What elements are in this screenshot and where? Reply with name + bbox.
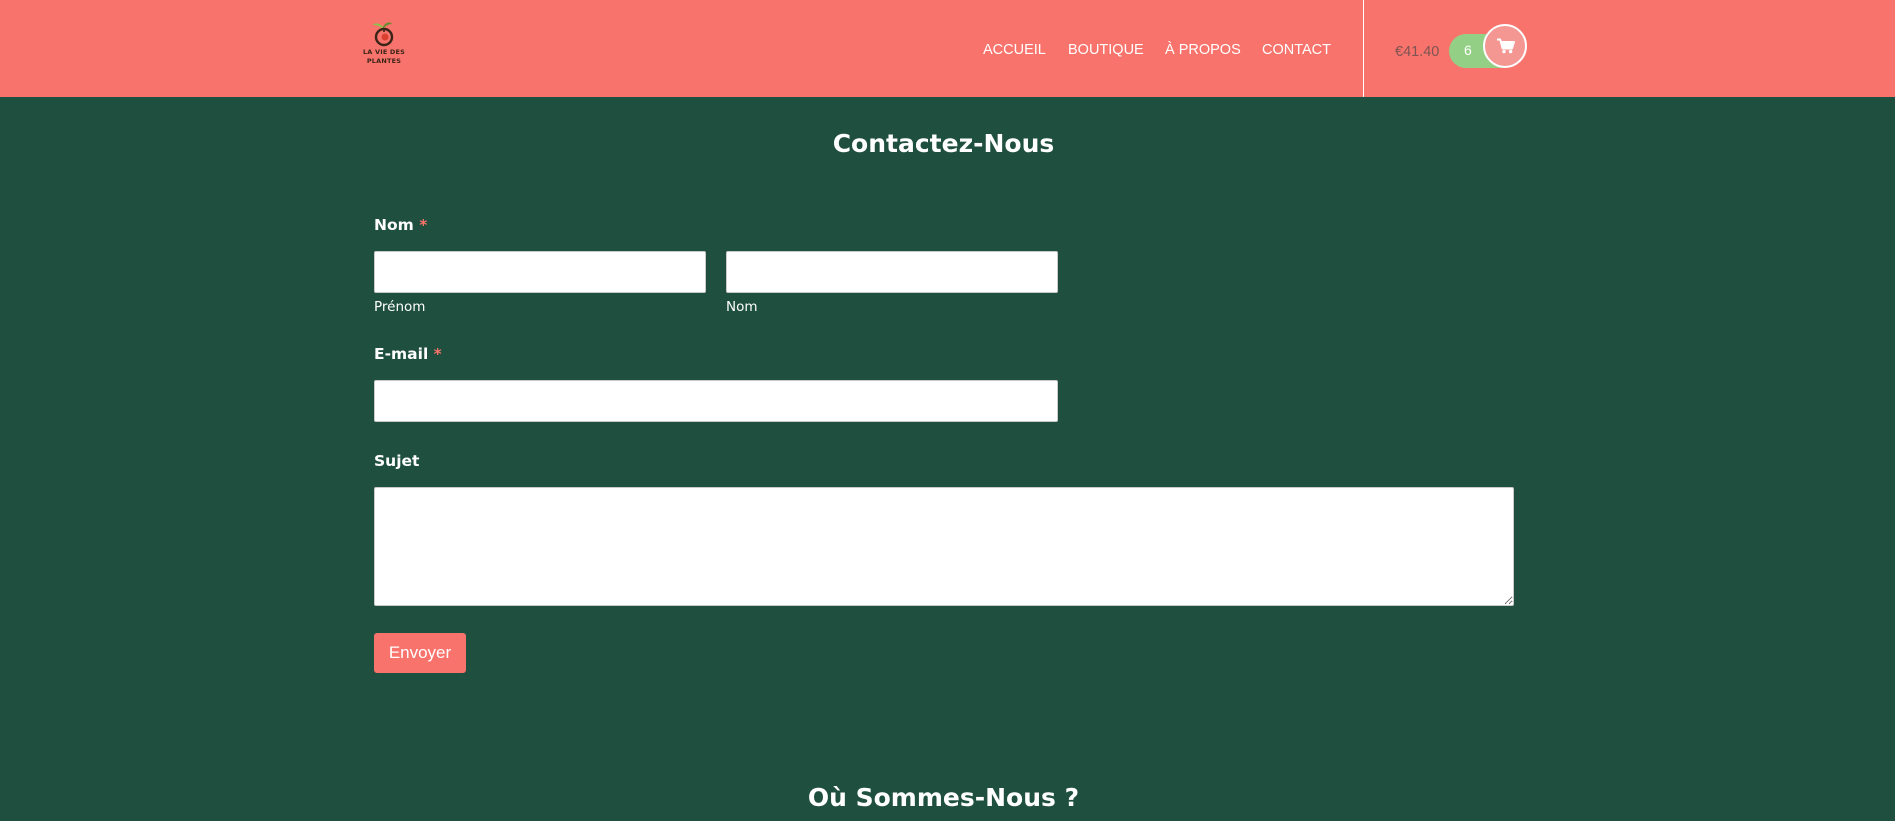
first-name-input[interactable]: [374, 251, 706, 293]
cart-button[interactable]: [1483, 24, 1527, 68]
nav-a-propos[interactable]: À PROPOS: [1165, 42, 1241, 60]
cart-total: €41.40: [1395, 44, 1440, 60]
name-label: Nom *: [374, 216, 427, 234]
first-name-sublabel: Prénom: [374, 299, 426, 315]
subject-textarea[interactable]: [374, 487, 1514, 606]
nav-boutique[interactable]: BOUTIQUE: [1068, 42, 1144, 60]
last-name-sublabel: Nom: [726, 299, 758, 315]
nav-accueil[interactable]: ACCUEIL: [983, 42, 1046, 60]
email-label-text: E-mail: [374, 345, 429, 363]
plant-logo-icon: [373, 22, 394, 47]
site-header: LA VIE DES PLANTES ACCUEIL BOUTIQUE À PR…: [0, 0, 1895, 97]
nav-contact[interactable]: CONTACT: [1262, 42, 1331, 60]
shopping-cart-icon: [1497, 38, 1515, 54]
subject-label: Sujet: [374, 452, 420, 470]
contact-title: Contactez-Nous: [832, 129, 1055, 158]
name-label-text: Nom: [374, 216, 414, 234]
cart-count: 6: [1464, 42, 1472, 58]
email-input[interactable]: [374, 380, 1058, 422]
required-marker: *: [419, 216, 428, 234]
last-name-input[interactable]: [726, 251, 1058, 293]
header-divider: [1363, 0, 1364, 97]
email-label: E-mail *: [374, 345, 442, 363]
required-marker: *: [433, 345, 442, 363]
logo-text: LA VIE DES PLANTES: [362, 48, 406, 65]
location-title: Où Sommes-Nous ?: [807, 783, 1080, 812]
submit-button[interactable]: Envoyer: [374, 633, 466, 673]
